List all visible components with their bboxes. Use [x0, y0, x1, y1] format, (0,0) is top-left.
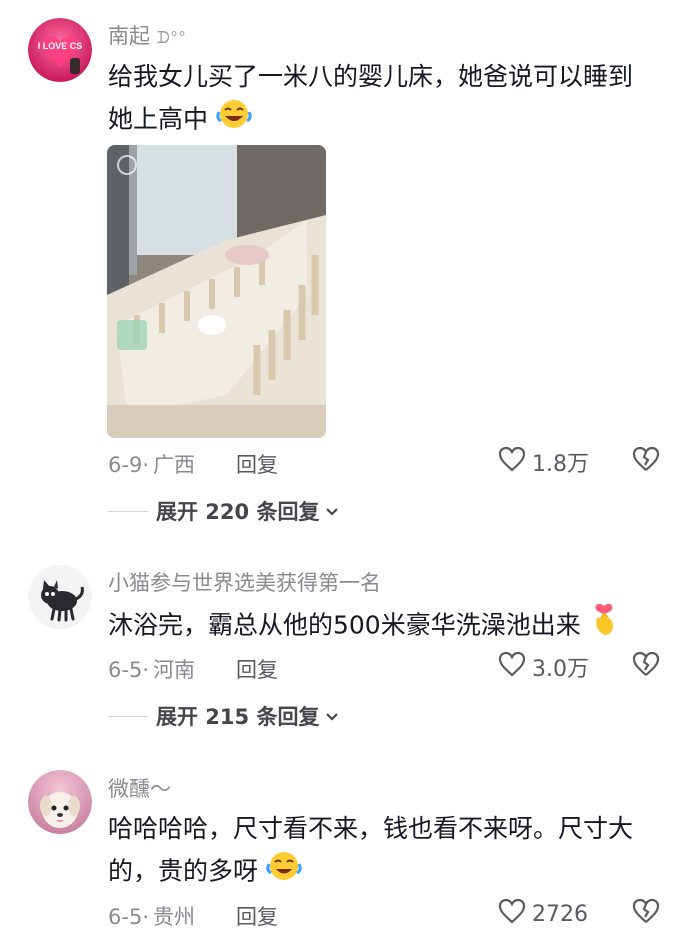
- broken-heart-icon: [632, 898, 660, 928]
- comment-text: 哈哈哈哈，尺寸看不来，钱也看不来呀。尺寸大 的，贵的多呀: [108, 808, 668, 895]
- comment-location: 河南: [153, 658, 195, 682]
- heart-icon: [498, 446, 526, 478]
- comment-date: 6-9: [108, 453, 143, 477]
- comment-meta: 6-5· 河南: [108, 658, 195, 682]
- like-count: 1.8万: [532, 452, 589, 477]
- comment-line: 她上高中: [108, 98, 668, 143]
- like-count: 3.0万: [532, 657, 589, 682]
- comment-meta: 6-5· 贵州: [108, 905, 195, 929]
- comment-text: 沐浴完，霸总从他的500米豪华洗澡池出来: [108, 602, 668, 651]
- like-button[interactable]: 2726: [498, 898, 588, 930]
- expand-replies-label[interactable]: 展开 220 条回复: [156, 496, 319, 526]
- comment-text: 给我女儿买了一米八的婴儿床，她爸说可以睡到 她上高中: [108, 56, 668, 143]
- dislike-button[interactable]: [632, 898, 660, 928]
- chevron-down-icon: [325, 502, 339, 521]
- like-button[interactable]: 1.8万: [498, 446, 589, 478]
- reply-button[interactable]: 回复: [236, 901, 278, 931]
- reply-button[interactable]: 回复: [236, 449, 278, 479]
- laughing-crying-emoji: [216, 98, 252, 143]
- avatar-text: I LOVE CS: [38, 41, 83, 51]
- comment-line: 哈哈哈哈，尺寸看不来，钱也看不来呀。尺寸大: [108, 814, 634, 843]
- expand-replies-label[interactable]: 展开 215 条回复: [156, 701, 319, 731]
- crying-laughing-emoji: [266, 850, 302, 895]
- username[interactable]: 南起 ᗪ°°: [108, 20, 186, 50]
- like-count: 2726: [532, 901, 588, 927]
- reply-button[interactable]: 回复: [236, 654, 278, 684]
- username[interactable]: 微醺～: [108, 773, 171, 803]
- comment-photo[interactable]: [107, 145, 326, 438]
- comment-line: 给我女儿买了一米八的婴儿床，她爸说可以睡到: [108, 62, 634, 91]
- comment-date: 6-5: [108, 905, 143, 929]
- username[interactable]: 小猫参与世界选美获得第一名: [108, 567, 381, 597]
- heart-icon: [498, 898, 526, 930]
- broken-heart-icon: [632, 446, 660, 476]
- comment-location: 贵州: [153, 905, 195, 929]
- avatar[interactable]: [28, 565, 92, 629]
- dislike-button[interactable]: [632, 446, 660, 476]
- heart-icon: [498, 651, 526, 683]
- comment-line: 沐浴完，霸总从他的500米豪华洗澡池出来: [108, 610, 581, 640]
- divider: [108, 510, 148, 512]
- finger-heart-emoji: [589, 602, 619, 651]
- comment-location: 广西: [153, 453, 195, 477]
- comment-meta: 6-9· 广西: [108, 453, 195, 477]
- username-text[interactable]: 南起: [108, 24, 150, 48]
- expand-replies[interactable]: 展开 215 条回复: [108, 701, 339, 731]
- divider: [108, 715, 148, 717]
- expand-replies[interactable]: 展开 220 条回复: [108, 496, 339, 526]
- user-badge: ᗪ°°: [156, 28, 186, 47]
- comment-date: 6-5: [108, 658, 143, 682]
- avatar[interactable]: I LOVE CS: [28, 18, 92, 82]
- chevron-down-icon: [325, 707, 339, 726]
- dislike-button[interactable]: [632, 651, 660, 681]
- like-button[interactable]: 3.0万: [498, 651, 589, 683]
- comment-line: 的，贵的多呀: [108, 850, 668, 895]
- avatar[interactable]: [28, 770, 92, 834]
- broken-heart-icon: [632, 651, 660, 681]
